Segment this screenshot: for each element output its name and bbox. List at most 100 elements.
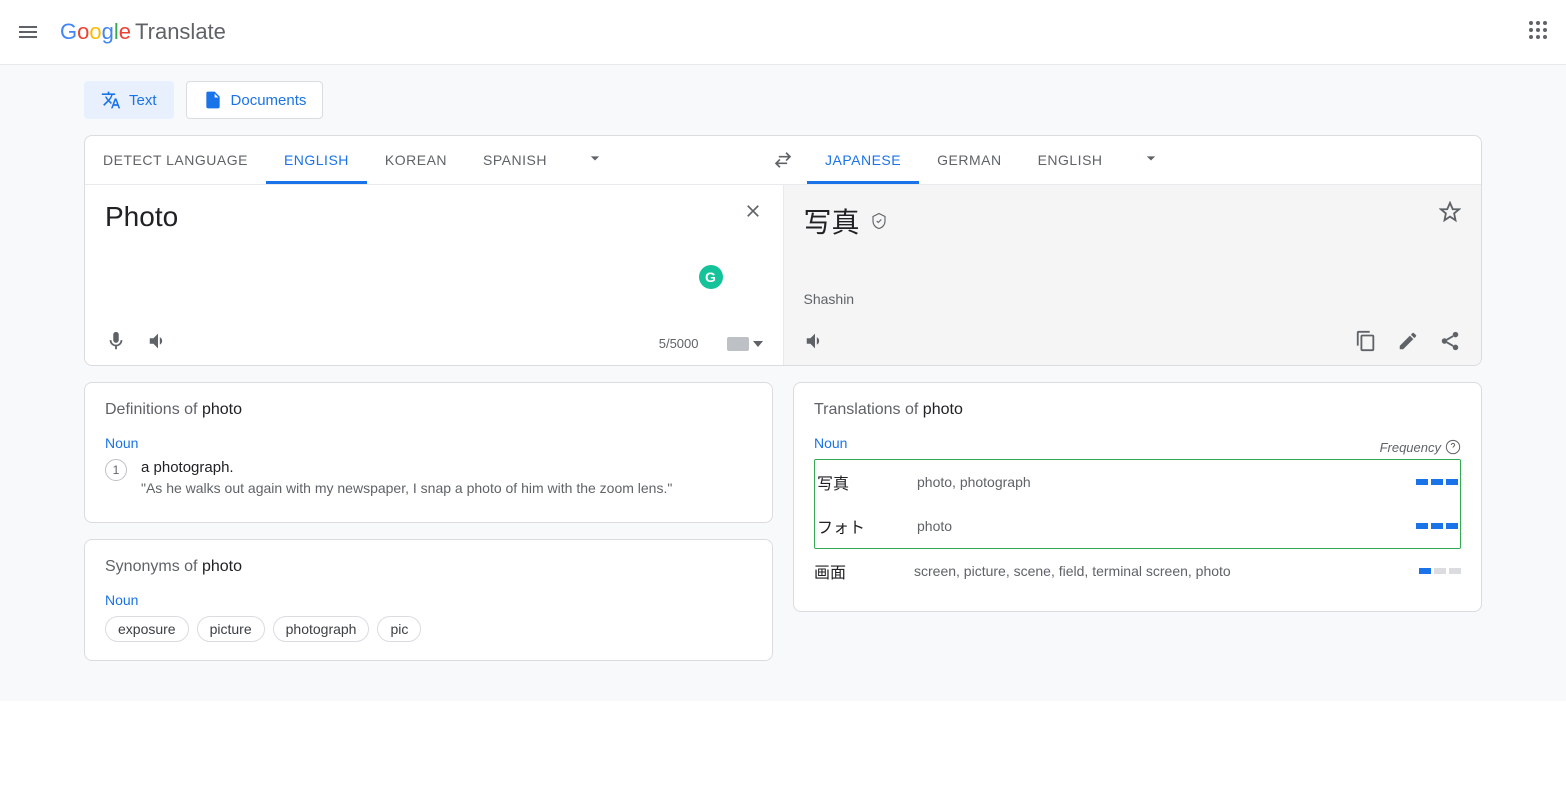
copy-button[interactable]: [1355, 330, 1377, 357]
definitions-panel: Definitions of photo Noun 1 a photograph.…: [84, 382, 773, 523]
frequency-label-text: Frequency: [1380, 440, 1441, 455]
output-text: 写真: [804, 201, 860, 241]
translations-pos: Noun: [814, 435, 847, 451]
close-icon: [743, 201, 763, 221]
help-icon: [1445, 439, 1461, 455]
mode-tabs: Text Documents: [84, 65, 1482, 135]
mic-icon: [105, 330, 127, 352]
definition-number: 1: [105, 459, 127, 481]
synonym-chip[interactable]: photograph: [273, 616, 370, 642]
char-count: 5/5000: [659, 336, 699, 351]
clear-input-button[interactable]: [743, 201, 763, 226]
synonym-chip[interactable]: picture: [197, 616, 265, 642]
edit-button[interactable]: [1397, 330, 1419, 357]
swap-languages-button[interactable]: [759, 136, 807, 184]
synonym-chip[interactable]: exposure: [105, 616, 189, 642]
translation-word: フォト: [817, 514, 897, 538]
mode-text-label: Text: [129, 92, 157, 109]
share-button[interactable]: [1439, 330, 1461, 357]
input-pane: Photo G 5/5000: [85, 185, 783, 365]
input-method-selector[interactable]: [727, 337, 763, 351]
apps-icon[interactable]: [1526, 18, 1550, 47]
source-lang-tab[interactable]: KOREAN: [367, 136, 465, 184]
definition-item: 1 a photograph. "As he walks out again wit…: [105, 459, 752, 496]
highlighted-translations: 写真 photo, photograph フォトphoto: [814, 459, 1461, 549]
listen-input-button[interactable]: [147, 330, 169, 357]
listen-output-button[interactable]: [804, 330, 826, 357]
frequency-bars: [1416, 523, 1458, 529]
google-logo-text: Google: [60, 19, 131, 45]
output-footer: [804, 318, 1462, 357]
synonyms-title-prefix: Synonyms of: [105, 558, 202, 575]
definition-example: "As he walks out again with my newspaper…: [141, 480, 672, 496]
keyboard-icon: [727, 337, 749, 351]
input-text[interactable]: Photo: [105, 201, 763, 233]
translate-icon: [101, 90, 121, 110]
share-icon: [1439, 330, 1461, 352]
chevron-down-icon: [1141, 148, 1161, 168]
copy-icon: [1355, 330, 1377, 352]
translations-title: Translations of photo: [814, 401, 1461, 419]
source-lang-tab[interactable]: ENGLISH: [266, 136, 367, 184]
star-icon: [1439, 201, 1461, 223]
definitions-pos: Noun: [105, 435, 752, 451]
synonym-chip[interactable]: pic: [377, 616, 421, 642]
document-icon: [203, 90, 223, 110]
pencil-icon: [1397, 330, 1419, 352]
synonym-chips: exposure picture photograph pic: [105, 616, 752, 642]
frequency-label[interactable]: Frequency: [1380, 439, 1461, 455]
translation-word: 写真: [817, 470, 897, 494]
source-lang-tab[interactable]: DETECT LANGUAGE: [85, 136, 266, 184]
translation-item[interactable]: 画面 screen, picture, scene, field, termina…: [814, 549, 1461, 593]
source-lang-tabs: DETECT LANGUAGEENGLISHKOREANSPANISH: [85, 136, 759, 184]
target-lang-tab[interactable]: GERMAN: [919, 136, 1019, 184]
translation-meanings: photo, photograph: [917, 474, 1396, 490]
translation-item[interactable]: 写真 photo, photograph: [817, 460, 1458, 504]
app-header: Google Translate: [0, 0, 1566, 64]
menu-icon[interactable]: [16, 20, 40, 44]
target-lang-tabs: JAPANESEGERMANENGLISH: [807, 136, 1481, 184]
definition-text: a photograph.: [141, 459, 672, 476]
mode-text-button[interactable]: Text: [84, 81, 174, 119]
target-lang-tab[interactable]: ENGLISH: [1020, 136, 1121, 184]
translate-card: DETECT LANGUAGEENGLISHKOREANSPANISH JAPA…: [84, 135, 1482, 366]
transliteration: Shashin: [804, 291, 1462, 307]
synonyms-title-word: photo: [202, 558, 242, 575]
translation-item[interactable]: フォトphoto: [817, 504, 1458, 548]
mic-button[interactable]: [105, 330, 127, 357]
translation-meanings: screen, picture, scene, field, terminal …: [914, 563, 1399, 579]
save-translation-button[interactable]: [1439, 201, 1461, 228]
chevron-down-icon: [753, 341, 763, 347]
frequency-bars: [1419, 568, 1461, 574]
language-row: DETECT LANGUAGEENGLISHKOREANSPANISH JAPA…: [85, 136, 1481, 184]
mode-documents-button[interactable]: Documents: [186, 81, 324, 119]
source-lang-tab[interactable]: SPANISH: [465, 136, 565, 184]
output-pane: 写真 Shashin: [783, 185, 1482, 365]
translations-title-prefix: Translations of: [814, 401, 923, 418]
mode-documents-label: Documents: [231, 92, 307, 109]
details-row: Definitions of photo Noun 1 a photograph.…: [84, 382, 1482, 661]
input-footer: 5/5000: [105, 318, 763, 357]
more-source-langs-button[interactable]: [585, 148, 605, 173]
definitions-title-prefix: Definitions of: [105, 401, 202, 418]
definitions-title: Definitions of photo: [105, 401, 752, 419]
synonyms-panel: Synonyms of photo Noun exposure picture ph…: [84, 539, 773, 661]
app-name: Translate: [135, 19, 226, 45]
translation-word: 画面: [814, 559, 894, 583]
output-row: 写真: [804, 201, 1462, 241]
definitions-title-word: photo: [202, 401, 242, 418]
synonyms-title: Synonyms of photo: [105, 558, 752, 576]
frequency-bars: [1416, 479, 1458, 485]
grammarly-icon[interactable]: G: [699, 265, 723, 289]
translations-panel: Translations of photo Noun Frequency 写真 p…: [793, 382, 1482, 612]
chevron-down-icon: [585, 148, 605, 168]
verified-icon[interactable]: [870, 205, 888, 237]
translations-title-word: photo: [923, 401, 963, 418]
speaker-icon: [147, 330, 169, 352]
io-row: Photo G 5/5000: [85, 184, 1481, 365]
speaker-icon: [804, 330, 826, 352]
google-translate-logo[interactable]: Google Translate: [60, 19, 226, 45]
more-target-langs-button[interactable]: [1141, 148, 1161, 173]
target-lang-tab[interactable]: JAPANESE: [807, 136, 919, 184]
synonyms-pos: Noun: [105, 592, 752, 608]
